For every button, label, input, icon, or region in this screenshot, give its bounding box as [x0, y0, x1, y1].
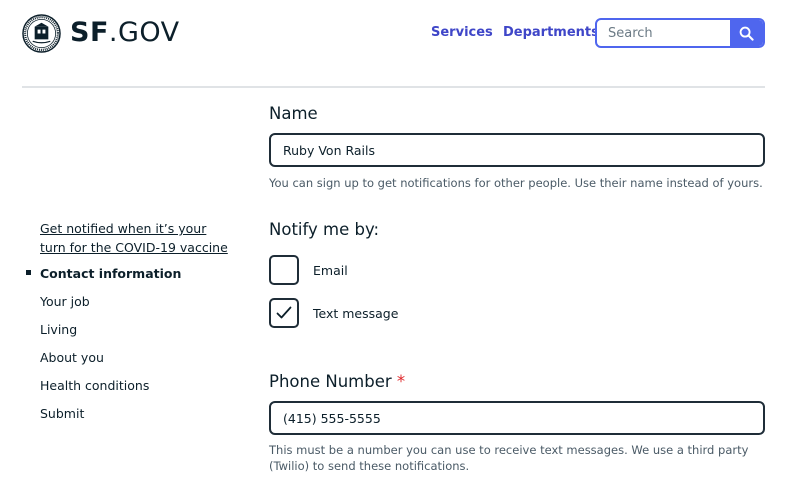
city-seal-logo[interactable] — [22, 14, 61, 53]
nav-departments-link[interactable]: Departments — [503, 25, 599, 41]
sidebar-item-about-you[interactable]: About you — [40, 348, 104, 367]
nav-services-link[interactable]: Services — [431, 25, 493, 41]
sidebar-item-health-conditions[interactable]: Health conditions — [40, 376, 149, 395]
sidebar-item-submit[interactable]: Submit — [40, 404, 84, 423]
required-marker: * — [396, 372, 406, 391]
sidebar-item-living[interactable]: Living — [40, 320, 77, 339]
search-input[interactable] — [597, 20, 731, 46]
email-checkbox-label[interactable]: Email — [313, 263, 348, 279]
sidebar-item-label: Get notified when it’s your — [40, 221, 207, 236]
site-header: SF.GOV Services Departments — [0, 0, 800, 88]
name-label: Name — [269, 104, 318, 123]
email-checkbox[interactable] — [269, 255, 299, 285]
phone-help-text: This must be a number you can use to rec… — [269, 443, 749, 473]
search-icon — [739, 26, 754, 41]
search-button[interactable] — [730, 20, 763, 46]
site-brand[interactable]: SF.GOV — [70, 17, 180, 49]
sidebar-item-get-notified[interactable]: Get notified when it’s your — [40, 219, 206, 238]
sidebar-item-label: turn for the COVID-19 vaccine — [40, 240, 228, 255]
name-help-text: You can sign up to get notifications for… — [269, 176, 763, 190]
name-field[interactable] — [269, 133, 765, 167]
checkmark-icon — [276, 306, 292, 319]
sidebar-item-get-notified-line2[interactable]: turn for the COVID-19 vaccine — [40, 238, 228, 257]
text-message-checkbox[interactable] — [269, 298, 299, 328]
text-message-checkbox-label[interactable]: Text message — [313, 306, 398, 322]
active-step-bullet — [26, 270, 31, 275]
phone-field[interactable] — [269, 401, 765, 435]
notify-label: Notify me by: — [269, 220, 380, 239]
sidebar-item-contact-information[interactable]: Contact information — [40, 264, 181, 283]
search-box — [595, 18, 765, 48]
phone-label: Phone Number * — [269, 372, 406, 391]
header-divider — [22, 86, 765, 88]
sidebar-item-your-job[interactable]: Your job — [40, 292, 90, 311]
